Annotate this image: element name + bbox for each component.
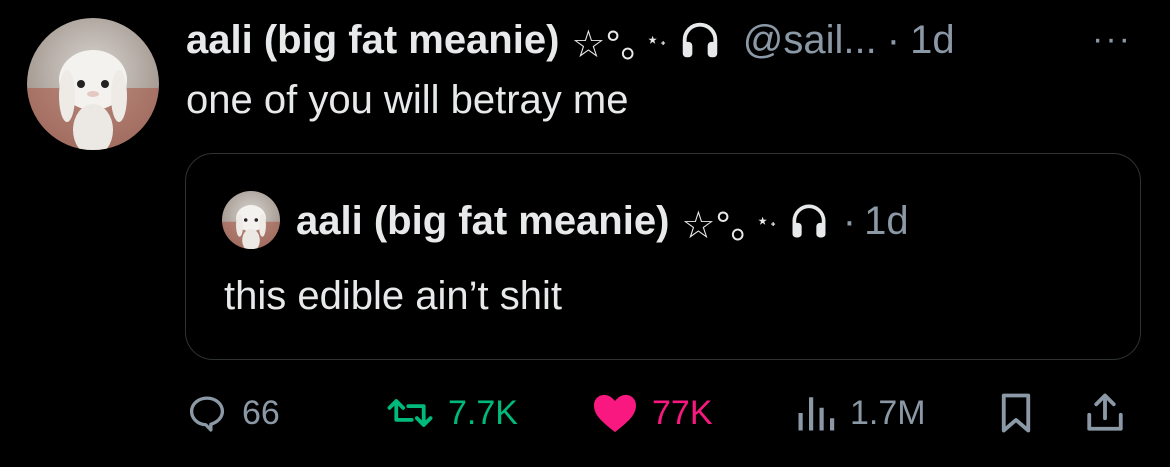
retweet-count: 7.7K — [448, 393, 518, 432]
tweet-time[interactable]: 1d — [910, 18, 955, 63]
share-icon — [1087, 393, 1123, 431]
quote-text: this edible ain’t shit — [224, 274, 562, 318]
decoration-stars: ☆°｡ — [571, 23, 640, 66]
quote-decoration-stars: ☆°｡ — [681, 204, 750, 247]
like-count: 77K — [652, 393, 713, 432]
action-bar: 66 7.7K 77K 1.7M — [186, 387, 1146, 439]
like-button[interactable]: 77K — [592, 387, 713, 439]
separator-dot: · — [886, 17, 901, 62]
share-button[interactable] — [1084, 387, 1126, 439]
more-options-button[interactable]: ··· — [1092, 20, 1132, 59]
retweet-icon — [387, 399, 433, 427]
quote-author-decoration: ☆°｡ ⋆˖ — [681, 194, 776, 249]
heart-icon — [594, 394, 636, 433]
reply-icon — [189, 396, 225, 432]
headphones-icon — [682, 22, 718, 58]
decoration-sparkle: ⋆˖ — [645, 27, 667, 52]
author-avatar[interactable] — [27, 18, 159, 150]
quote-separator-dot: · — [842, 198, 857, 243]
views-icon — [798, 397, 835, 431]
quote-header: aali (big fat meanie) ☆°｡ ⋆˖ · 1d — [296, 194, 909, 249]
retweet-button[interactable]: 7.7K — [386, 387, 518, 439]
tweet-header: aali (big fat meanie) ☆°｡ ⋆˖ @sail... · … — [186, 14, 955, 66]
bookmark-icon — [1001, 393, 1031, 433]
quoted-tweet[interactable]: aali (big fat meanie) ☆°｡ ⋆˖ · 1d this e… — [185, 153, 1141, 360]
author-handle[interactable]: @sail... — [743, 18, 877, 63]
views-button[interactable]: 1.7M — [796, 387, 926, 439]
quote-avatar-image — [222, 205, 280, 249]
author-decoration: ☆°｡ ⋆˖ — [571, 13, 666, 68]
reply-button[interactable]: 66 — [186, 387, 280, 439]
author-name[interactable]: aali (big fat meanie) — [186, 18, 559, 63]
quote-decoration-sparkle: ⋆˖ — [755, 208, 777, 233]
quote-author-name: aali (big fat meanie) — [296, 198, 670, 243]
reply-count: 66 — [242, 393, 280, 432]
avatar-image — [27, 50, 159, 150]
quote-time: 1d — [864, 198, 909, 243]
quote-author-avatar — [222, 191, 280, 249]
headphones-icon — [792, 204, 826, 238]
bookmark-button[interactable] — [998, 387, 1034, 439]
view-count: 1.7M — [850, 393, 926, 432]
tweet-text: one of you will betray me — [186, 78, 629, 122]
